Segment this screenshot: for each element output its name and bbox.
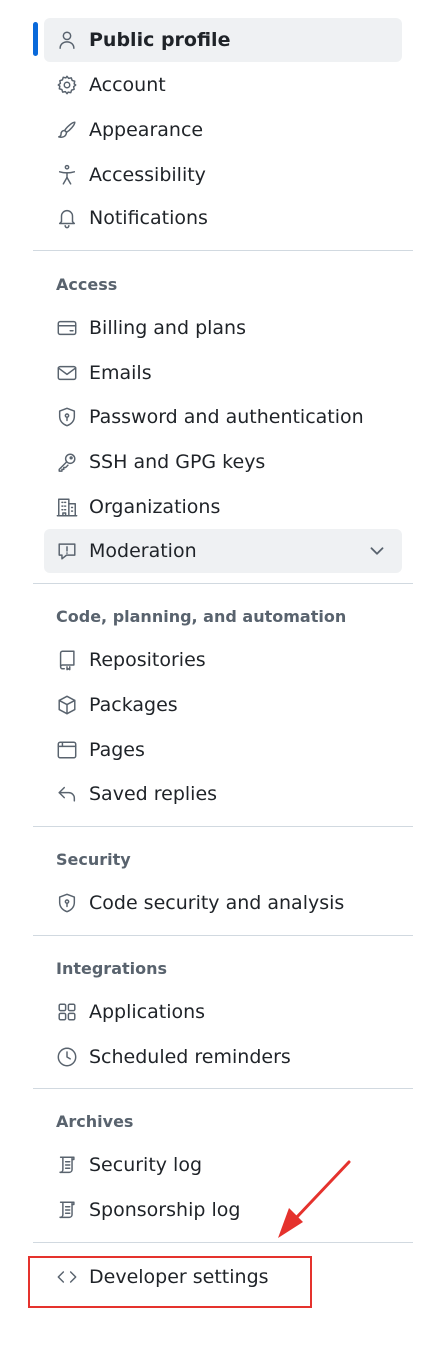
clock-icon: [56, 1046, 78, 1068]
sidebar-item-pages[interactable]: Pages: [44, 728, 402, 772]
paintbrush-icon: [56, 119, 78, 141]
section-heading-code-planning-automation: Code, planning, and automation: [56, 607, 347, 626]
section-heading-access: Access: [56, 275, 118, 294]
sidebar-item-label: Emails: [89, 362, 152, 384]
sidebar-item-label: Account: [89, 74, 166, 96]
settings-sidebar: Public profile Account Appearance Access…: [0, 0, 424, 1357]
accessibility-icon: [56, 164, 78, 186]
sidebar-item-label: Password and authentication: [89, 406, 364, 428]
sidebar-item-account[interactable]: Account: [44, 63, 402, 107]
reply-icon: [56, 783, 78, 805]
sidebar-item-accessibility[interactable]: Accessibility: [44, 153, 402, 197]
repo-icon: [56, 649, 78, 671]
sidebar-item-label: Notifications: [89, 207, 208, 229]
sidebar-item-label: Accessibility: [89, 164, 206, 186]
sidebar-item-label: Public profile: [89, 29, 231, 51]
sidebar-item-label: Code security and analysis: [89, 892, 345, 914]
sidebar-item-notifications[interactable]: Notifications: [44, 196, 402, 240]
sidebar-item-label: Packages: [89, 694, 178, 716]
mail-icon: [56, 362, 78, 384]
person-icon: [56, 29, 78, 51]
divider: [33, 826, 413, 827]
divider: [33, 1088, 413, 1089]
log-icon: [56, 1154, 78, 1176]
key-icon: [56, 451, 78, 473]
sidebar-item-code-security-and-analysis[interactable]: Code security and analysis: [44, 881, 402, 925]
sidebar-item-label: Security log: [89, 1154, 203, 1176]
sidebar-item-security-log[interactable]: Security log: [44, 1143, 402, 1187]
sidebar-item-moderation[interactable]: Moderation: [44, 529, 402, 573]
sidebar-item-label: Appearance: [89, 119, 204, 141]
sidebar-item-saved-replies[interactable]: Saved replies: [44, 772, 402, 816]
gear-icon: [56, 74, 78, 96]
sidebar-item-emails[interactable]: Emails: [44, 351, 402, 395]
package-icon: [56, 694, 78, 716]
sidebar-item-billing-and-plans[interactable]: Billing and plans: [44, 306, 402, 350]
section-heading-archives: Archives: [56, 1112, 134, 1131]
shield-lock-icon: [56, 892, 78, 914]
sidebar-item-label: Pages: [89, 739, 145, 761]
apps-icon: [56, 1001, 78, 1023]
sidebar-item-label: Applications: [89, 1001, 206, 1023]
sidebar-item-appearance[interactable]: Appearance: [44, 108, 402, 152]
sidebar-item-label: SSH and GPG keys: [89, 451, 266, 473]
divider: [33, 583, 413, 584]
sidebar-item-organizations[interactable]: Organizations: [44, 485, 402, 529]
section-heading-integrations: Integrations: [56, 959, 168, 978]
sidebar-item-scheduled-reminders[interactable]: Scheduled reminders: [44, 1035, 402, 1079]
annotation-highlight-box: [28, 1256, 312, 1308]
sidebar-item-label: Sponsorship log: [89, 1199, 241, 1221]
sidebar-item-label: Scheduled reminders: [89, 1046, 291, 1068]
sidebar-item-sponsorship-log[interactable]: Sponsorship log: [44, 1188, 402, 1232]
sidebar-item-label: Moderation: [89, 540, 197, 562]
sidebar-item-ssh-and-gpg-keys[interactable]: SSH and GPG keys: [44, 440, 402, 484]
sidebar-item-public-profile[interactable]: Public profile: [44, 18, 402, 62]
log-icon: [56, 1199, 78, 1221]
shield-lock-icon: [56, 406, 78, 428]
organization-icon: [56, 496, 78, 518]
chevron-down-icon[interactable]: [366, 540, 388, 562]
sidebar-item-label: Organizations: [89, 496, 221, 518]
active-indicator: [33, 22, 38, 56]
sidebar-item-label: Billing and plans: [89, 317, 247, 339]
sidebar-item-label: Saved replies: [89, 783, 218, 805]
sidebar-item-repositories[interactable]: Repositories: [44, 638, 402, 682]
section-heading-security: Security: [56, 850, 131, 869]
sidebar-item-password-and-authentication[interactable]: Password and authentication: [44, 395, 402, 439]
divider: [33, 935, 413, 936]
sidebar-item-label: Repositories: [89, 649, 206, 671]
report-icon: [56, 540, 78, 562]
bell-icon: [56, 207, 78, 229]
divider: [33, 250, 413, 251]
divider: [33, 1242, 413, 1243]
sidebar-item-packages[interactable]: Packages: [44, 683, 402, 727]
browser-icon: [56, 739, 78, 761]
credit-card-icon: [56, 317, 78, 339]
sidebar-item-applications[interactable]: Applications: [44, 990, 402, 1034]
